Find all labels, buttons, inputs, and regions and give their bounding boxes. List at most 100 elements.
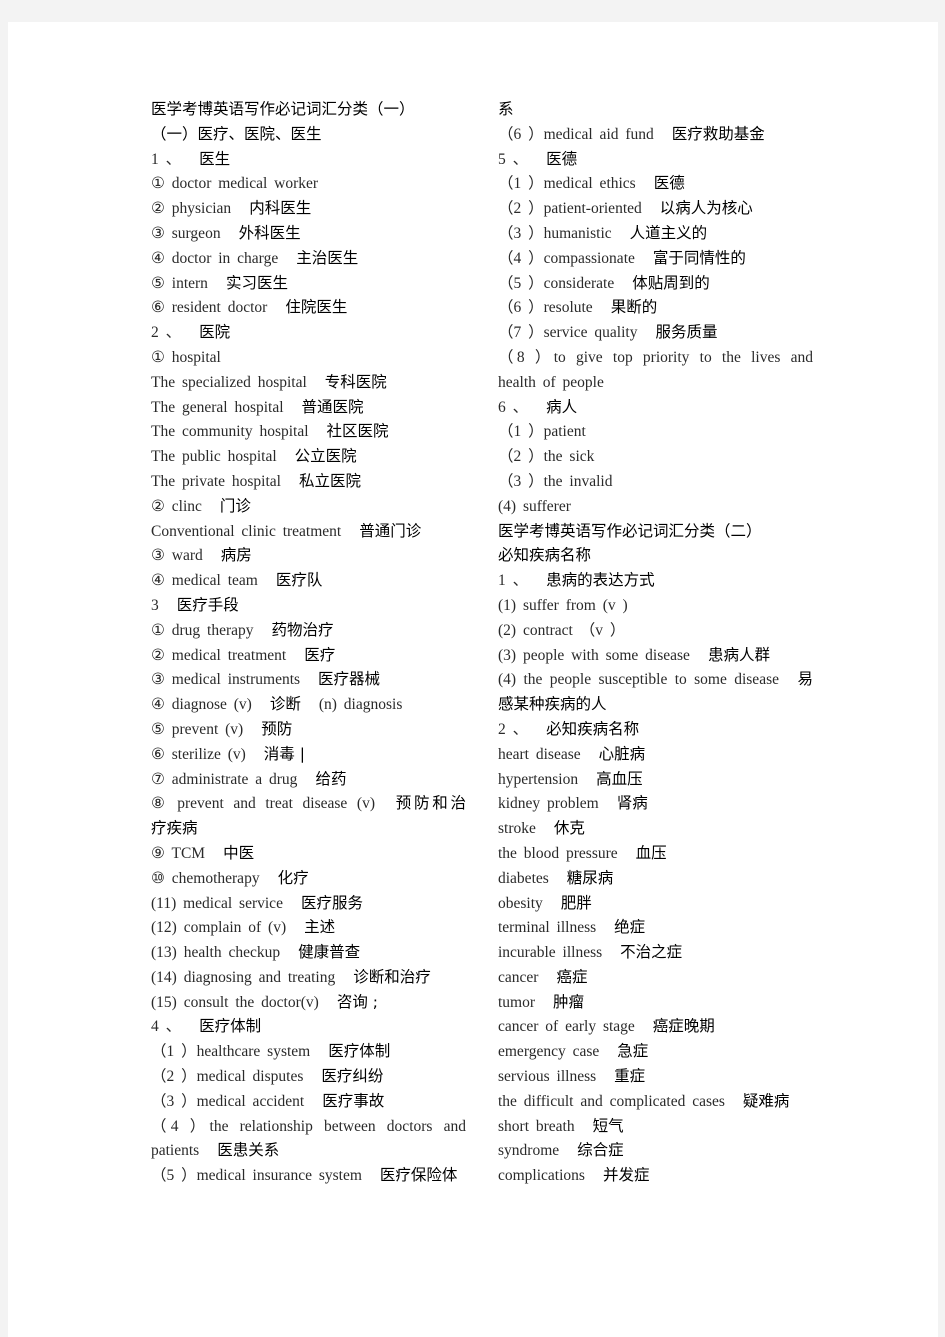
- chinese-term: 肿瘤: [553, 992, 585, 1011]
- english-term: 6 、: [498, 398, 529, 416]
- chinese-term: 公立医院: [294, 447, 357, 466]
- vocab-line: cancer 癌症: [498, 965, 813, 990]
- vocab-line: health of people: [498, 370, 813, 395]
- english-term: ⑤ intern: [151, 274, 208, 292]
- english-term: (3) people with some disease: [498, 646, 690, 664]
- english-term: (15) consult the doctor(v): [151, 993, 319, 1011]
- chinese-term: 以病人为核心: [659, 199, 753, 218]
- chinese-term: 医德: [653, 174, 685, 193]
- english-term: ⑥ resident doctor: [151, 299, 268, 317]
- english-term: ④ diagnose (v): [151, 696, 252, 714]
- vocab-line: ⑤ intern 实习医生: [151, 271, 466, 296]
- chinese-term: 医院: [199, 323, 231, 342]
- chinese-term: 心脏病: [598, 744, 646, 763]
- english-term: ② clinc: [151, 497, 202, 515]
- vocab-line: ① doctor medical worker: [151, 171, 466, 196]
- english-term: （3 ）the invalid: [498, 472, 613, 490]
- right-column: 系（6 ）medical aid fund 医疗救助基金 5 、医德 （1 ）medi…: [498, 97, 813, 1188]
- chinese-term: 病人: [546, 397, 578, 416]
- english-term: tumor: [498, 993, 536, 1011]
- english-term: ③ medical instruments: [151, 671, 301, 689]
- english-term: incurable illness: [498, 944, 603, 962]
- chinese-term: 系: [498, 100, 514, 118]
- chinese-term: 短气: [592, 1116, 624, 1135]
- chinese-term: 疗疾病: [151, 819, 198, 838]
- english-term: The community hospital: [151, 423, 309, 441]
- vocab-line: patients 医患关系: [151, 1138, 466, 1163]
- english-term: （1 ）patient: [498, 423, 586, 441]
- vocab-line: 系: [498, 97, 813, 122]
- chinese-term: 肾病: [616, 794, 648, 813]
- left-column: 医学考博英语写作必记词汇分类（一） （一）医疗、医院、医生 1 、医生 ① docto…: [151, 97, 466, 1188]
- english-term: 1 、: [151, 150, 182, 168]
- english-term: （1 ）medical ethics: [498, 175, 636, 193]
- vocab-line: ④ medical team 医疗队: [151, 568, 466, 593]
- chinese-term: 医德: [546, 149, 578, 168]
- chinese-term: 医疗体制: [199, 1017, 262, 1036]
- english-term-secondary: (n) diagnosis: [318, 696, 403, 714]
- english-term: 2 、: [498, 720, 529, 738]
- chinese-term: 癌症晚期: [652, 1017, 715, 1036]
- english-term: complications: [498, 1167, 585, 1185]
- chinese-term: 医疗体制: [328, 1042, 391, 1061]
- chinese-term: 患病的表达方式: [546, 571, 655, 590]
- english-term: servious illness: [498, 1068, 597, 1086]
- vocab-line: tumor 肿瘤: [498, 990, 813, 1015]
- vocab-line: （5 ）considerate 体贴周到的: [498, 271, 813, 296]
- vocab-line: （1 ）patient: [498, 419, 813, 444]
- chinese-term: 医学考博英语写作必记词汇分类（二）: [498, 521, 762, 540]
- vocab-line: ⑤ prevent (v) 预防: [151, 717, 466, 742]
- chinese-term: 预防: [261, 719, 293, 738]
- vocab-line: ④ doctor in charge 主治医生: [151, 246, 466, 271]
- english-term: （5 ）considerate: [498, 274, 615, 292]
- chinese-term: 绝症: [614, 918, 646, 937]
- vocab-line: The private hospital 私立医院: [151, 469, 466, 494]
- vocab-line: 医学考博英语写作必记词汇分类（二）: [498, 519, 813, 544]
- english-term: （8 ）to give top priority to the lives an…: [498, 348, 813, 366]
- english-term: Conventional clinic treatment: [151, 522, 342, 540]
- chinese-term: 外科医生: [238, 223, 301, 242]
- chinese-term: 医疗: [304, 645, 336, 664]
- chinese-term: 预防和治: [392, 794, 466, 813]
- english-term: patients: [151, 1142, 200, 1160]
- english-term: The public hospital: [151, 448, 277, 466]
- vocab-line: 4 、医疗体制: [151, 1014, 466, 1039]
- vocab-line: （一）医疗、医院、医生: [151, 122, 466, 147]
- english-term: ② medical treatment: [151, 646, 287, 664]
- vocab-line: The public hospital 公立医院: [151, 444, 466, 469]
- chinese-term: 主述: [304, 918, 336, 937]
- chinese-term: 诊断: [269, 695, 301, 714]
- vocab-line: ⑥ resident doctor 住院医生: [151, 295, 466, 320]
- english-term: （2 ）the sick: [498, 448, 595, 466]
- vocab-line: The community hospital 社区医院: [151, 419, 466, 444]
- english-term: ③ surgeon: [151, 224, 221, 242]
- english-term: 5 、: [498, 150, 529, 168]
- chinese-term: 消毒 |: [263, 744, 305, 763]
- english-term: The specialized hospital: [151, 373, 307, 391]
- vocab-line: 必知疾病名称: [498, 543, 813, 568]
- vocab-line: ⑦ administrate a drug 给药: [151, 767, 466, 792]
- vocab-line: hypertension 高血压: [498, 767, 813, 792]
- vocab-line: ① drug therapy 药物治疗: [151, 618, 466, 643]
- english-term: the blood pressure: [498, 844, 618, 862]
- english-term: ⑥ sterilize (v): [151, 745, 246, 763]
- english-term: 3: [151, 596, 159, 614]
- vocab-line: （1 ）medical ethics 医德: [498, 171, 813, 196]
- chinese-term: 血压: [635, 843, 667, 862]
- english-term: （7 ）service quality: [498, 324, 638, 342]
- english-term: ④ doctor in charge: [151, 249, 279, 267]
- chinese-term: 化疗: [277, 868, 309, 887]
- vocab-line: incurable illness 不治之症: [498, 940, 813, 965]
- english-term: （4 ）the relationship between doctors and: [151, 1117, 466, 1135]
- vocab-line: 5 、医德: [498, 147, 813, 172]
- vocab-line: （2 ）patient-oriented 以病人为核心: [498, 196, 813, 221]
- chinese-term: 易: [796, 670, 813, 689]
- chinese-term: 病房: [220, 546, 252, 565]
- chinese-term: 门诊: [219, 496, 251, 515]
- chinese-term: 患病人群: [707, 645, 770, 664]
- english-term: ⑧ prevent and treat disease (v): [151, 795, 375, 813]
- vocab-line: 3 医疗手段: [151, 593, 466, 618]
- chinese-term: 富于同情性的: [652, 248, 746, 267]
- vocab-line: （2 ）medical disputes 医疗纠纷: [151, 1064, 466, 1089]
- english-term: ① doctor medical worker: [151, 175, 319, 193]
